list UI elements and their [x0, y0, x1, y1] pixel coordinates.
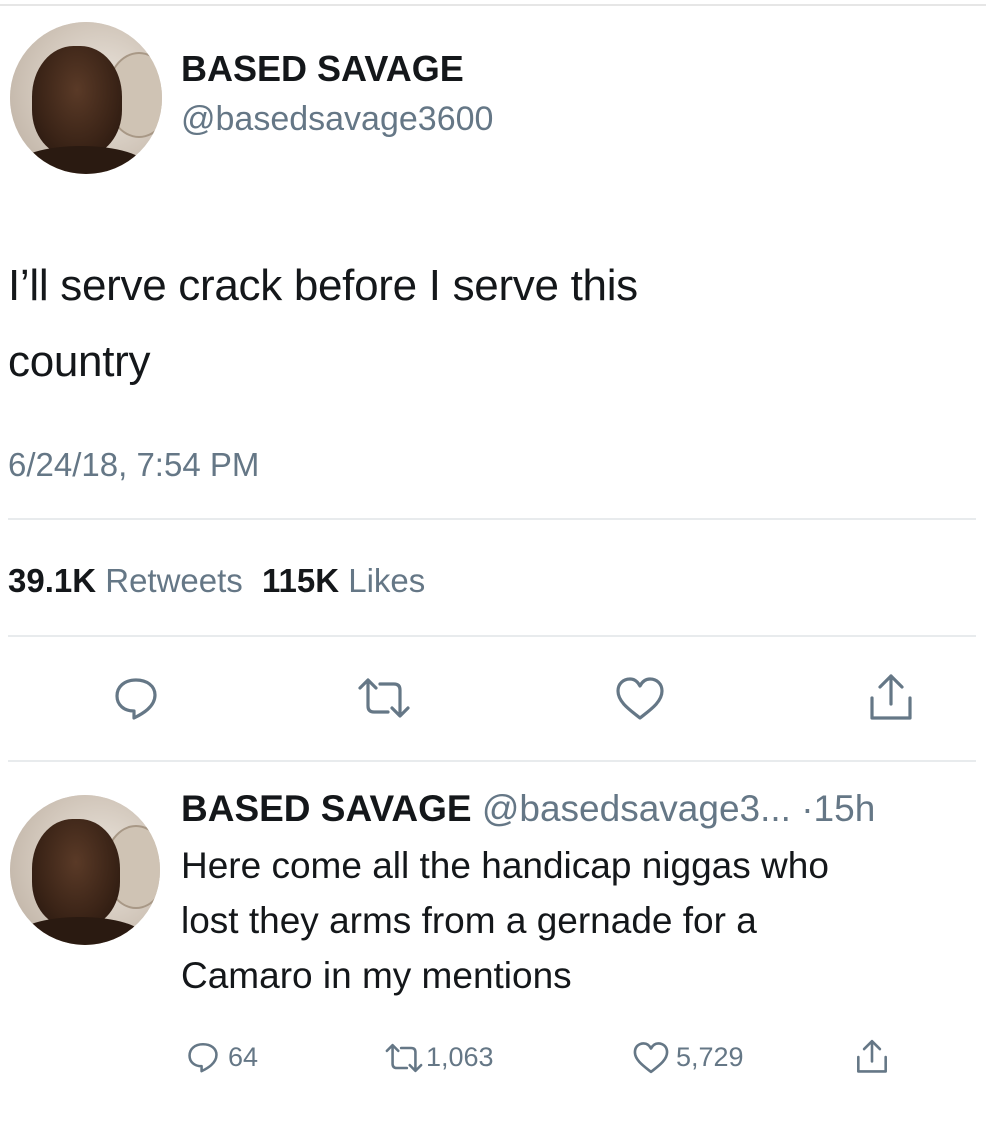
- reply-share-icon[interactable]: [854, 1038, 890, 1076]
- retweets-count[interactable]: 39.1K: [8, 562, 96, 599]
- reply-header: BASED SAVAGE @basedsavage3... ·15h: [181, 788, 875, 830]
- share-icon[interactable]: [866, 672, 916, 724]
- likes-label[interactable]: Likes: [348, 562, 425, 599]
- reply-likes-count[interactable]: 5,729: [676, 1042, 744, 1073]
- handle[interactable]: @basedsavage3600: [181, 100, 493, 139]
- divider: [8, 518, 976, 520]
- retweets-label[interactable]: Retweets: [105, 562, 243, 599]
- reply-avatar[interactable]: [10, 795, 160, 945]
- reply-retweet-icon[interactable]: [384, 1042, 424, 1074]
- reply-reply-icon[interactable]: [186, 1040, 220, 1074]
- reply-retweets-count[interactable]: 1,063: [426, 1042, 494, 1073]
- reply-display-name[interactable]: BASED SAVAGE: [181, 788, 472, 829]
- reply-time[interactable]: ·15h: [801, 788, 875, 829]
- reply-handle[interactable]: @basedsavage3...: [482, 788, 791, 829]
- display-name[interactable]: BASED SAVAGE: [181, 48, 464, 90]
- engagement-stats: 39.1K Retweets 115K Likes: [8, 562, 425, 600]
- divider: [8, 635, 976, 637]
- tweet-text: I’ll serve crack before I serve this cou…: [8, 261, 638, 386]
- divider: [8, 760, 976, 762]
- avatar[interactable]: [10, 22, 162, 174]
- reply-text: Here come all the handicap niggas who lo…: [181, 845, 829, 996]
- reply-like-icon[interactable]: [632, 1041, 670, 1075]
- reply-replies-count[interactable]: 64: [228, 1042, 258, 1073]
- tweet-timestamp[interactable]: 6/24/18, 7:54 PM: [8, 446, 259, 484]
- retweet-icon[interactable]: [356, 676, 412, 720]
- reply-icon[interactable]: [112, 674, 160, 722]
- likes-count[interactable]: 115K: [262, 562, 339, 599]
- top-border: [0, 4, 986, 6]
- like-icon[interactable]: [614, 676, 666, 722]
